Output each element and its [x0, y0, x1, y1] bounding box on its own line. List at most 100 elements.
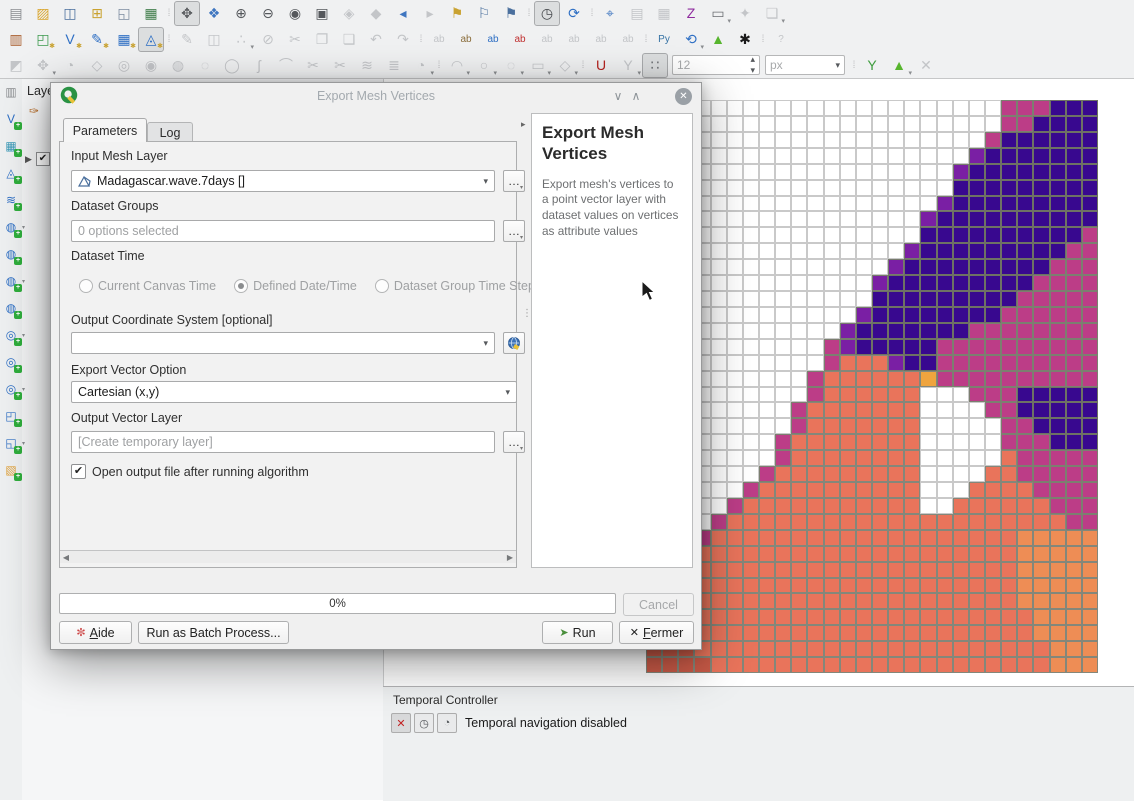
- bookmark-manager-icon[interactable]: ⚑: [498, 1, 524, 26]
- layout-manager-icon[interactable]: ◱: [111, 1, 137, 26]
- add-ring-icon[interactable]: ◎: [111, 53, 137, 78]
- digitize-curve-icon[interactable]: ◠▾: [444, 53, 470, 78]
- output-layer-field[interactable]: [Create temporary layer]: [71, 431, 495, 453]
- snap-tolerance-input[interactable]: 12 ▴▾: [672, 55, 760, 75]
- label-rotate-icon[interactable]: ab: [588, 27, 614, 52]
- shape-rectangle-icon[interactable]: ▭▾: [525, 53, 551, 78]
- style-manager-icon[interactable]: ⊞: [84, 1, 110, 26]
- digitize-icon[interactable]: ∴▾: [228, 27, 254, 52]
- add-spatialite-layer-icon[interactable]: ◍+: [1, 243, 21, 264]
- close-dialog-button[interactable]: ✕ Fermer: [619, 621, 694, 644]
- new-virtual-layer-icon[interactable]: ▦✱: [111, 27, 137, 52]
- redo-icon[interactable]: ↷: [390, 27, 416, 52]
- text-annotation-icon[interactable]: ❏▾: [759, 1, 785, 26]
- add-wfs-layer-icon[interactable]: ◎+▾: [1, 378, 21, 399]
- tracing-icon[interactable]: Y: [859, 53, 885, 78]
- fill-ring-icon[interactable]: ◍: [165, 53, 191, 78]
- cad-tools-icon[interactable]: ◩: [3, 53, 29, 78]
- shape-ellipse-icon[interactable]: ◌▾: [498, 53, 524, 78]
- simplify-feature-icon[interactable]: ◇: [84, 53, 110, 78]
- project-open-icon[interactable]: ▨: [30, 1, 56, 26]
- align-features-icon[interactable]: ≣: [381, 53, 407, 78]
- close-icon[interactable]: ✕: [675, 88, 692, 105]
- output-layer-browse-button[interactable]: …▾: [503, 431, 525, 453]
- temporal-disabled-icon[interactable]: ✕: [391, 713, 411, 733]
- split-parts-icon[interactable]: ✂: [327, 53, 353, 78]
- undo-icon[interactable]: ↶: [363, 27, 389, 52]
- add-virtual-layer-icon[interactable]: ▧+: [1, 459, 21, 480]
- open-output-checkbox[interactable]: ✔: [71, 464, 86, 479]
- tab-parameters[interactable]: Parameters: [63, 118, 147, 142]
- export-option-combo[interactable]: Cartesian (x,y) ▾: [71, 381, 517, 403]
- label-pin-icon[interactable]: ab: [480, 27, 506, 52]
- close-x-icon[interactable]: ✕: [913, 53, 939, 78]
- terrain-shading-icon[interactable]: ▲: [705, 27, 731, 52]
- expander-icon[interactable]: ▶: [25, 154, 32, 165]
- add-delimited-text-icon[interactable]: ≋+: [1, 189, 21, 210]
- style-brush-icon[interactable]: ✑: [29, 104, 39, 118]
- input-mesh-browse-button[interactable]: …▾: [503, 170, 525, 192]
- cut-features-icon[interactable]: ✂: [282, 27, 308, 52]
- new-vector-layer-icon[interactable]: V✱: [57, 27, 83, 52]
- temporal-controller-icon[interactable]: ◷: [534, 1, 560, 26]
- datasource-rail-icon[interactable]: ▥: [1, 81, 21, 102]
- snapping-icon[interactable]: U: [588, 53, 614, 78]
- zoom-in-icon[interactable]: ⊕: [228, 1, 254, 26]
- scroll-left-icon[interactable]: ◀: [60, 553, 72, 562]
- label-properties-icon[interactable]: ab: [615, 27, 641, 52]
- zoom-next-icon[interactable]: ▸: [417, 1, 443, 26]
- toggle-editing-icon[interactable]: ✎: [174, 27, 200, 52]
- delete-selected-icon[interactable]: ⊘: [255, 27, 281, 52]
- pan-map-icon[interactable]: ✥: [174, 1, 200, 26]
- crs-combo[interactable]: ▾: [71, 332, 495, 354]
- radio-current-canvas-time[interactable]: Current Canvas Time: [79, 279, 216, 293]
- layer-tree-item[interactable]: ▶ ✔: [25, 152, 50, 166]
- refresh-map-icon[interactable]: ⟳: [561, 1, 587, 26]
- show-bookmarks-icon[interactable]: ⚐: [471, 1, 497, 26]
- shade-icon[interactable]: ∨: [609, 87, 627, 105]
- crs-select-button[interactable]: [503, 332, 525, 354]
- radio-defined-date-time[interactable]: Defined Date/Time: [234, 279, 357, 293]
- topology-checker-icon[interactable]: ▲▾: [886, 53, 912, 78]
- measure-icon[interactable]: ▭▾: [705, 1, 731, 26]
- reshape-icon[interactable]: ʃ: [246, 53, 272, 78]
- help-button[interactable]: ✼ Aide: [59, 621, 132, 644]
- run-button[interactable]: ➤ Run: [542, 621, 613, 644]
- paste-features-icon[interactable]: ❏: [336, 27, 362, 52]
- temporal-animated-icon[interactable]: ◔: [437, 713, 457, 733]
- add-oracle-layer-icon[interactable]: ◍+: [1, 297, 21, 318]
- add-vector-layer-icon[interactable]: V+: [1, 108, 21, 129]
- shape-circle-icon[interactable]: ○▾: [471, 53, 497, 78]
- move-feature-icon[interactable]: ✥▾: [30, 53, 56, 78]
- save-edits-icon[interactable]: ◫: [201, 27, 227, 52]
- delete-part-icon[interactable]: ◯: [219, 53, 245, 78]
- add-wms-layer-icon[interactable]: ◎+▾: [1, 324, 21, 345]
- new-shapefile-icon[interactable]: ✎✱: [84, 27, 110, 52]
- rotate-point-icon[interactable]: ◔▾: [408, 53, 434, 78]
- zoom-out-icon[interactable]: ⊖: [255, 1, 281, 26]
- debug-icon[interactable]: ✱: [732, 27, 758, 52]
- processing-toolbox-icon[interactable]: ⟲▾: [678, 27, 704, 52]
- georeferencer-icon[interactable]: ▦: [138, 1, 164, 26]
- add-mesh-layer-icon[interactable]: ◬+: [1, 162, 21, 183]
- spinner-arrows-icon[interactable]: ▴▾: [750, 54, 755, 76]
- tab-log[interactable]: Log: [147, 122, 193, 142]
- label-move-icon[interactable]: ab: [561, 27, 587, 52]
- temporal-fixed-range-icon[interactable]: ◷: [414, 713, 434, 733]
- label-highlight-icon[interactable]: ab: [507, 27, 533, 52]
- add-part-icon[interactable]: ◉: [138, 53, 164, 78]
- label-mass-icon[interactable]: ab: [453, 27, 479, 52]
- input-mesh-combo[interactable]: Madagascar.wave.7days [] ▾: [71, 170, 495, 192]
- project-save-icon[interactable]: ◫: [57, 1, 83, 26]
- zoom-to-selection-icon[interactable]: ◈: [336, 1, 362, 26]
- add-postgis-layer-icon[interactable]: ◍+▾: [1, 216, 21, 237]
- tracing-cells-icon[interactable]: ∷: [642, 53, 668, 78]
- project-new-icon[interactable]: ▤: [3, 1, 29, 26]
- horizontal-scrollbar[interactable]: ◀ ▶: [60, 550, 516, 563]
- merge-features-icon[interactable]: ≋: [354, 53, 380, 78]
- zoom-to-layer-icon[interactable]: ◆: [363, 1, 389, 26]
- new-mesh-layer-icon[interactable]: ◬✱: [138, 27, 164, 52]
- delete-ring-icon[interactable]: ◌: [192, 53, 218, 78]
- data-source-manager-icon[interactable]: ▥: [3, 27, 29, 52]
- zoom-last-icon[interactable]: ◂: [390, 1, 416, 26]
